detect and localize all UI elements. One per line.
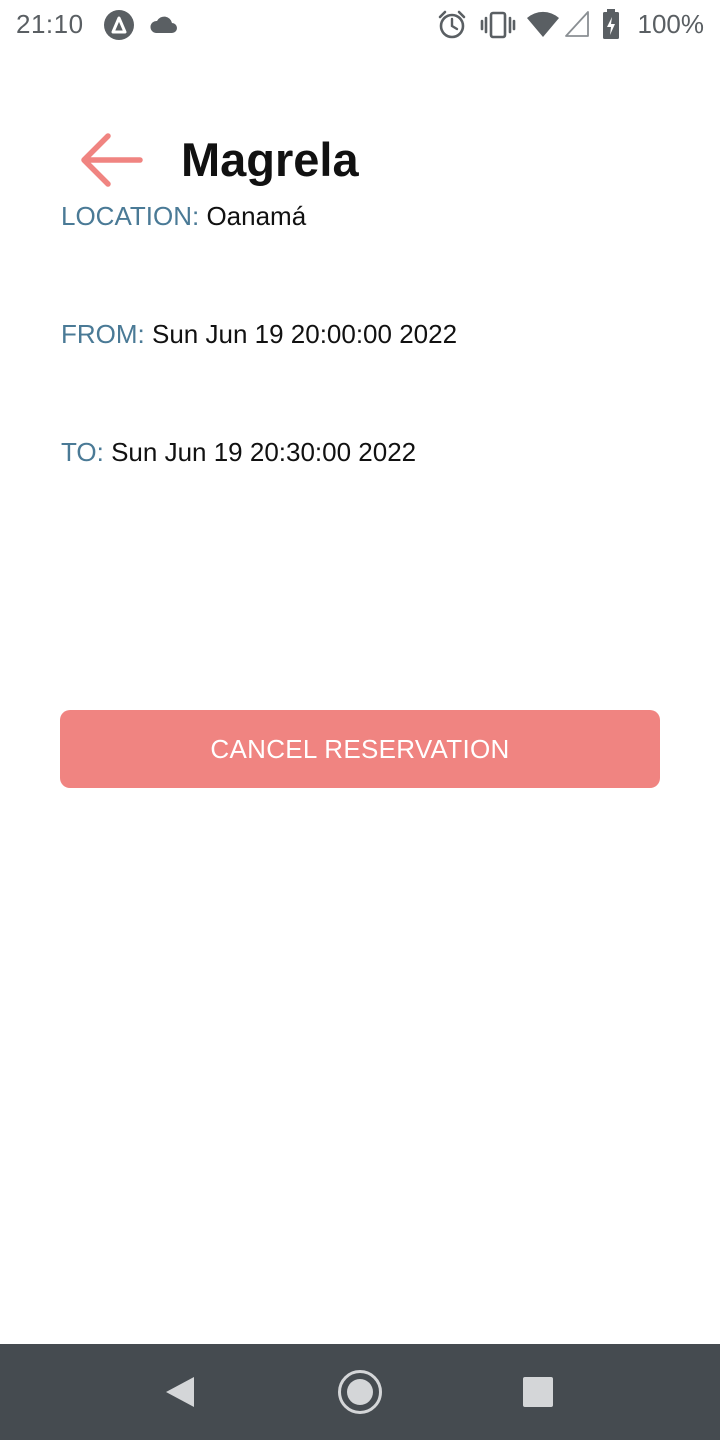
app-notification-icon — [104, 10, 134, 40]
arrow-left-icon — [81, 133, 143, 187]
nav-recents-icon — [523, 1377, 553, 1407]
to-label: TO: — [61, 437, 104, 467]
from-value: Sun Jun 19 20:00:00 2022 — [152, 319, 458, 349]
from-label: FROM: — [61, 319, 145, 349]
page-title: Magrela — [181, 133, 359, 186]
battery-percent: 100% — [637, 9, 705, 39]
from-row: FROM: Sun Jun 19 20:00:00 2022 — [61, 318, 457, 350]
nav-home-button[interactable] — [312, 1344, 408, 1440]
status-bar: 21:10 100% — [0, 0, 720, 50]
nav-home-icon — [338, 1370, 382, 1414]
cell-signal-icon — [565, 11, 589, 37]
location-label: LOCATION: — [61, 201, 200, 231]
nav-recents-button[interactable] — [490, 1344, 586, 1440]
nav-back-button[interactable] — [132, 1344, 228, 1440]
cloud-icon — [150, 16, 177, 33]
navigation-bar — [0, 1344, 720, 1440]
to-value: Sun Jun 19 20:30:00 2022 — [111, 437, 417, 467]
cancel-reservation-button[interactable]: CANCEL RESERVATION — [60, 710, 660, 788]
nav-back-icon — [166, 1377, 194, 1407]
wifi-icon — [527, 11, 559, 38]
back-button[interactable] — [72, 128, 148, 192]
location-value: Oanamá — [206, 201, 307, 231]
alarm-icon — [438, 10, 466, 39]
battery-charging-icon — [603, 9, 619, 39]
status-time: 21:10 — [16, 9, 84, 39]
vibrate-icon — [480, 11, 516, 39]
location-row: LOCATION: Oanamá — [61, 200, 306, 232]
to-row: TO: Sun Jun 19 20:30:00 2022 — [61, 436, 416, 468]
reservation-detail-screen: 21:10 100% Magrela LOCATION: Oanamá FROM… — [0, 0, 720, 1440]
